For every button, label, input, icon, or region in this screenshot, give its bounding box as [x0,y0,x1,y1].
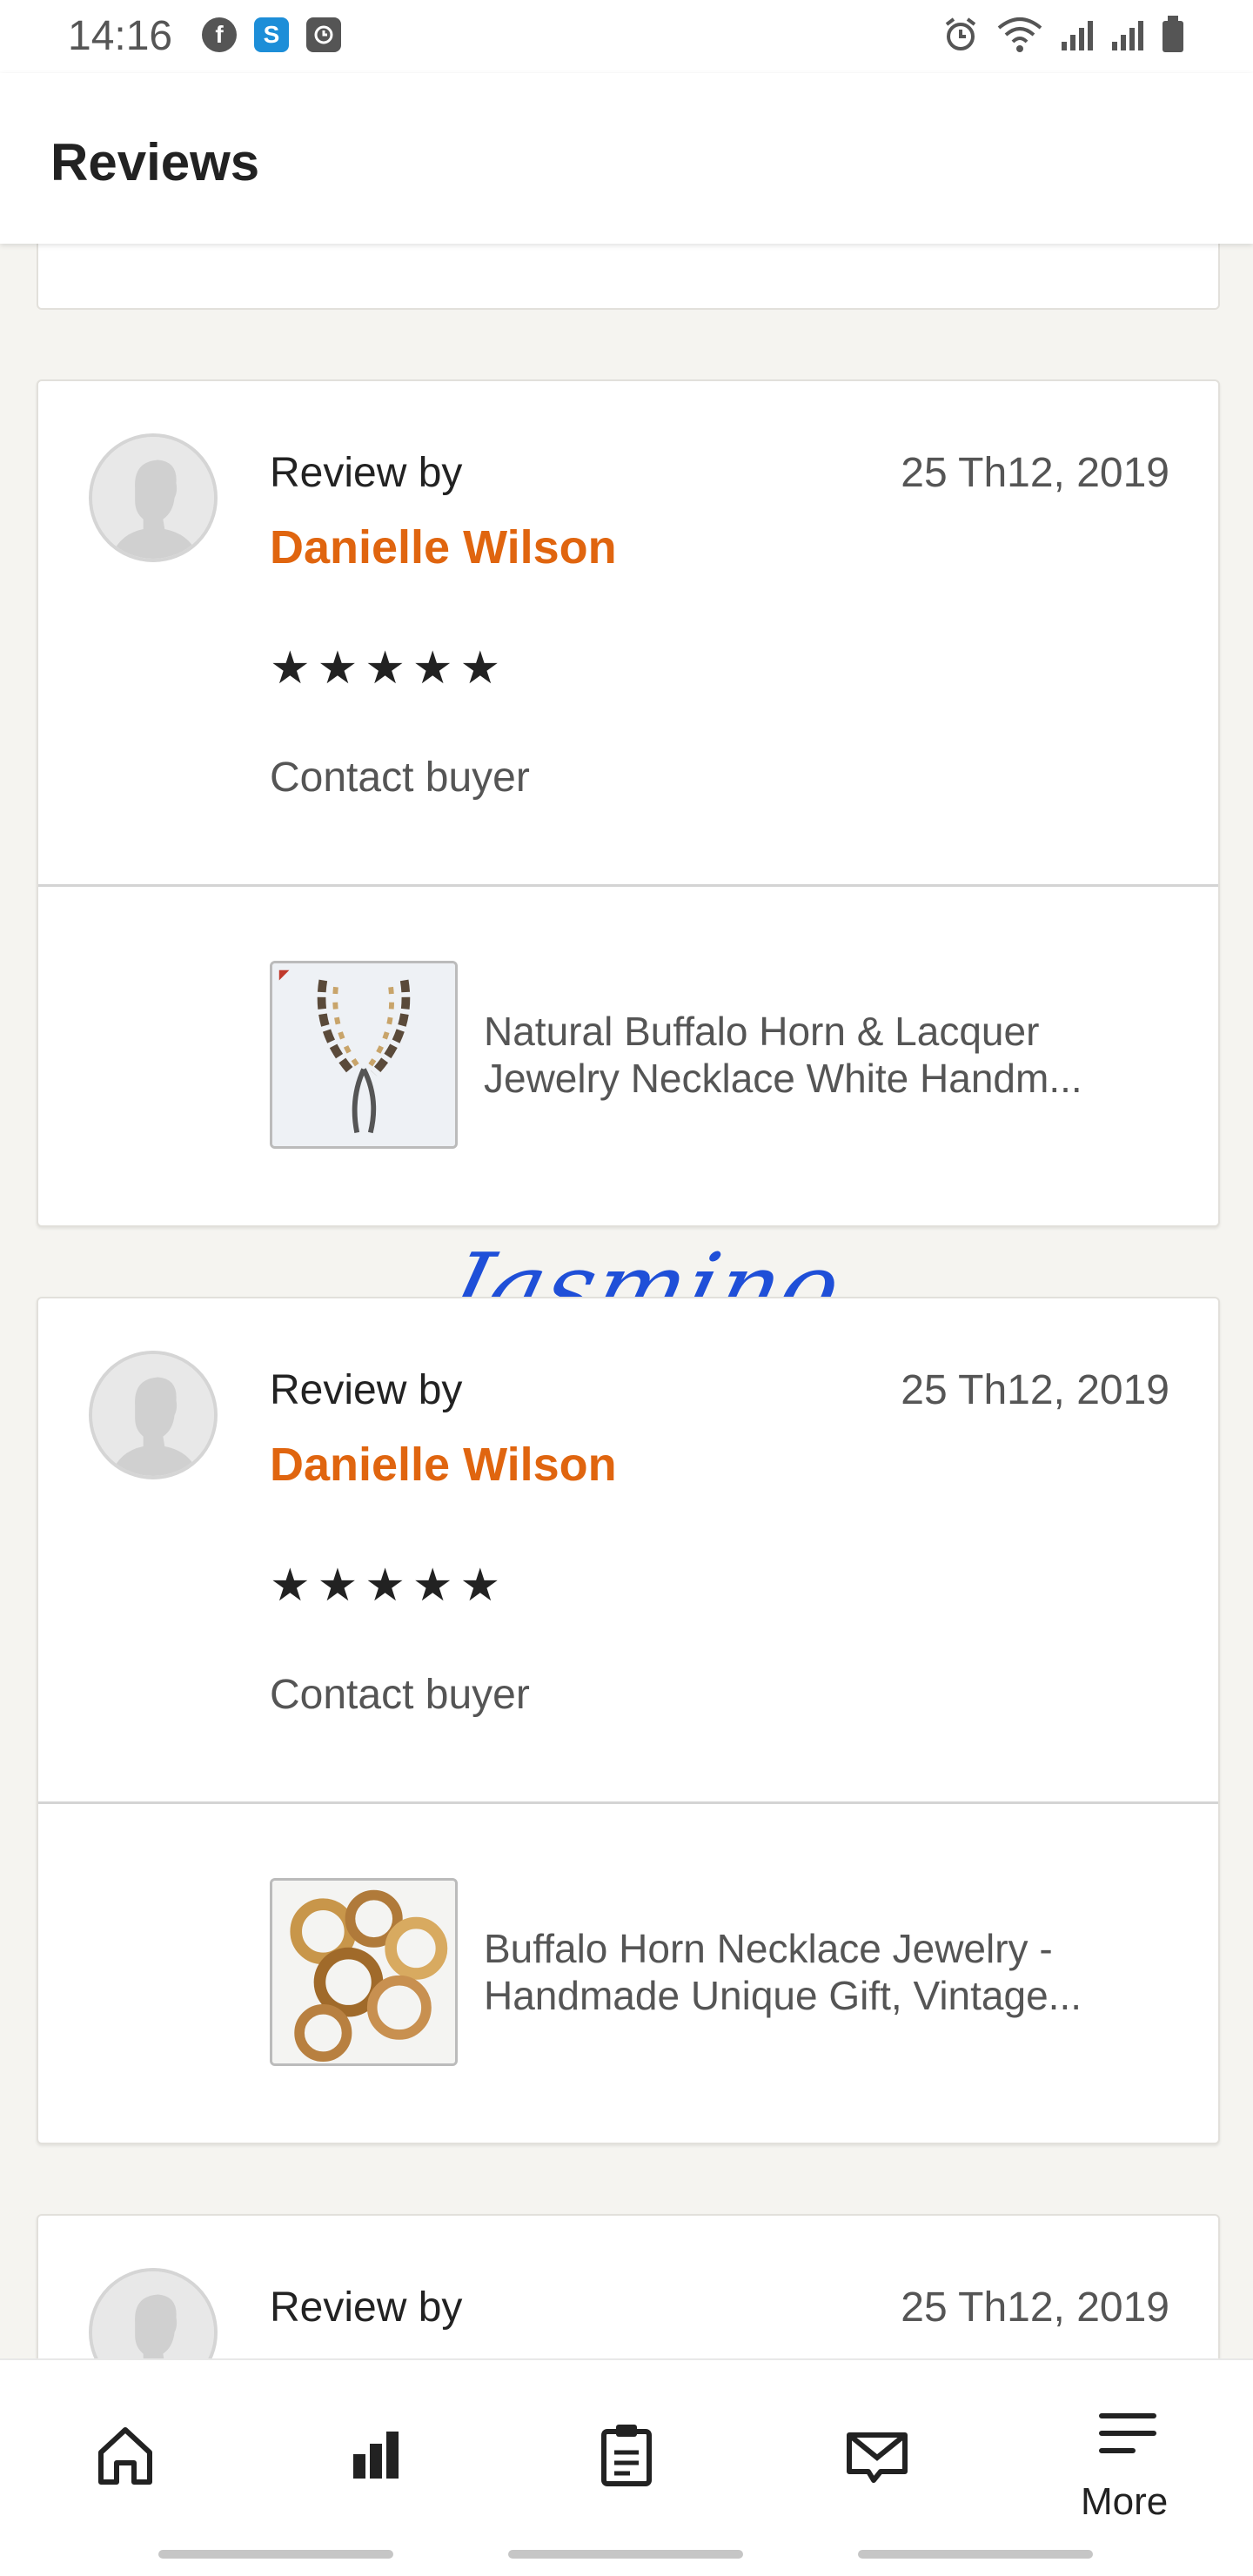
review-date: 25 Th12, 2019 [901,1367,1169,1413]
avatar[interactable] [89,1351,218,1479]
necklace-image [272,963,455,1146]
star-rating: ★★★★★ [270,1560,508,1611]
gesture-pill[interactable] [858,2550,1093,2559]
nav-home[interactable] [82,2411,169,2498]
reviewer-name-link[interactable]: Danielle Wilson [270,520,617,574]
review-card: Review by Danielle Wilson 25 Th12, 2019 … [37,379,1220,1227]
status-bar: 14:16 f S [0,0,1253,73]
bottom-nav: More [0,2358,1253,2534]
status-time: 14:16 [68,13,173,59]
status-system-icons [941,16,1185,54]
gesture-pill[interactable] [158,2550,393,2559]
listing-thumbnail[interactable] [270,1878,458,2066]
nav-messages[interactable] [834,2411,921,2498]
nav-more[interactable] [1084,2390,1171,2477]
facebook-icon: f [202,17,237,52]
orders-icon [601,2425,652,2486]
messages-icon [847,2432,908,2483]
wifi-icon [997,17,1042,52]
page-title: Reviews [50,133,260,191]
star-rating: ★★★★★ [270,643,508,694]
gesture-pill[interactable] [508,2550,743,2559]
contact-buyer-link[interactable]: Contact buyer [270,754,530,802]
avatar-placeholder-icon [92,1354,214,1476]
avatar-placeholder-icon [92,437,214,559]
review-by-label: Review by [270,1367,463,1413]
nav-stats[interactable] [332,2411,419,2498]
review-date: 25 Th12, 2019 [901,2284,1169,2331]
battery-icon [1163,16,1183,52]
listing-thumbnail[interactable] [270,961,458,1149]
system-gesture-bar [0,2532,1253,2576]
listing-title-link[interactable]: Natural Buffalo Horn & Lacquer Jewelry N… [484,1008,1180,1102]
review-by-label: Review by [270,2284,463,2331]
reviewer-name-link[interactable]: Danielle Wilson [270,1438,617,1492]
review-by-label: Review by [270,450,463,496]
card-divider [38,1801,1218,1804]
nav-more-label[interactable]: More [1081,2480,1168,2524]
skype-icon: S [254,17,289,52]
avatar[interactable] [89,433,218,562]
nav-orders[interactable] [583,2411,670,2498]
card-divider [38,884,1218,887]
review-card: Review by Danielle Wilson 25 Th12, 2019 … [37,1297,1220,2144]
home-icon [98,2427,152,2485]
stats-icon [353,2432,399,2479]
signal-icon [1062,21,1093,50]
horn-necklace-image [272,1881,455,2063]
app-bar: Reviews [0,73,1253,244]
alarm-icon [945,17,976,50]
status-app-icons: f S [202,17,341,52]
signal-icon [1112,21,1143,50]
clock-app-icon [306,17,341,52]
listing-title-link[interactable]: Buffalo Horn Necklace Jewelry - Handmade… [484,1925,1180,2019]
review-date: 25 Th12, 2019 [901,450,1169,496]
menu-icon [1099,2413,1156,2453]
contact-buyer-link[interactable]: Contact buyer [270,1671,530,1719]
